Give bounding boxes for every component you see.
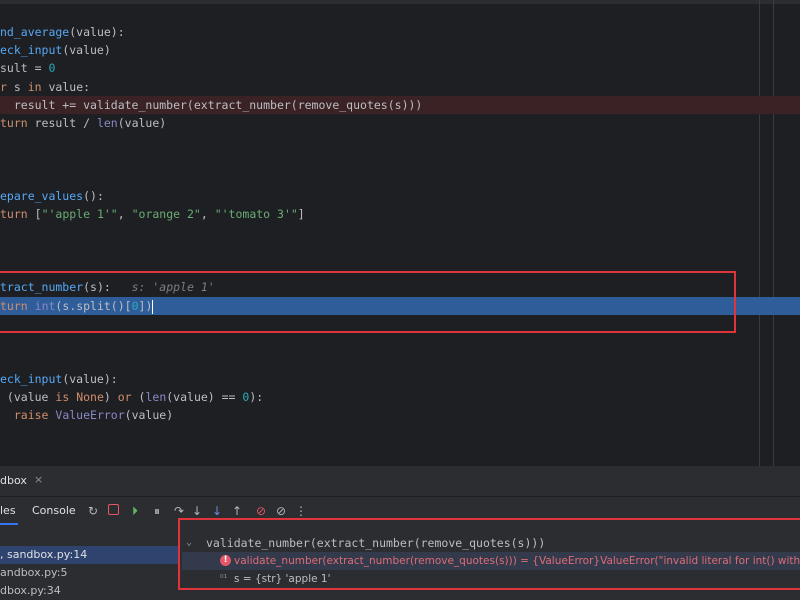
more-icon[interactable]: ⋮: [294, 504, 308, 518]
tab-console[interactable]: Console: [32, 504, 76, 517]
code-highlight-box: [0, 271, 736, 333]
code-line-3[interactable]: sult = 0: [0, 59, 800, 77]
breakpoints-icon[interactable]: ⊘: [254, 504, 268, 518]
step-into-my-code-icon[interactable]: ↓: [210, 504, 224, 518]
stop-icon[interactable]: [106, 504, 120, 518]
frame-item[interactable]: dbox.py:34: [0, 582, 180, 600]
function-name: nd_average: [0, 25, 70, 39]
code-line-5-error[interactable]: result += validate_number(extract_number…: [0, 96, 800, 114]
code-line-13[interactable]: raise ValueError(value): [0, 406, 800, 424]
code-line-7[interactable]: epare_values():: [0, 187, 800, 205]
variables-highlight-box: [178, 518, 800, 590]
editor-top-strip: [0, 0, 800, 4]
step-into-icon[interactable]: ↓: [190, 504, 204, 518]
tab-frames[interactable]: les: [0, 504, 16, 517]
code-line-4[interactable]: r s in value:: [0, 78, 800, 96]
frame-item[interactable]: , sandbox.py:14: [0, 546, 180, 564]
step-out-icon[interactable]: ↑: [230, 504, 244, 518]
run-config-tab[interactable]: dbox: [0, 474, 27, 487]
frames-list: , sandbox.py:14 andbox.py:5 dbox.py:34: [0, 546, 180, 600]
code-line-6[interactable]: turn result / len(value): [0, 114, 800, 132]
code-line-12[interactable]: (value is None) or (len(value) == 0):: [0, 388, 800, 406]
code-line-2[interactable]: eck_input(value): [0, 41, 800, 59]
close-icon[interactable]: ×: [34, 473, 43, 486]
frame-item[interactable]: andbox.py:5: [0, 564, 180, 582]
code-line-8[interactable]: turn ["'apple 1'", "orange 2", "'tomato …: [0, 205, 800, 223]
code-line-1[interactable]: nd_average(value):: [0, 23, 800, 41]
debug-tool-window: dbox × les Console ↻ ⏵ ⏸ ↷ ↓ ↓ ↑ ⊘ ⊘ ⋮ ,…: [0, 466, 800, 600]
code-line-11[interactable]: eck_input(value):: [0, 370, 800, 388]
code-editor[interactable]: nd_average(value): eck_input(value) sult…: [0, 0, 800, 466]
active-tab-indicator: [0, 523, 18, 525]
step-over-icon[interactable]: ↷: [172, 504, 186, 518]
pause-icon[interactable]: ⏸: [150, 504, 164, 518]
mute-breakpoints-icon[interactable]: ⊘: [274, 504, 288, 518]
rerun-icon[interactable]: ↻: [86, 504, 100, 518]
tool-window-header: dbox ×: [0, 466, 800, 497]
resume-icon[interactable]: ⏵: [128, 504, 142, 518]
